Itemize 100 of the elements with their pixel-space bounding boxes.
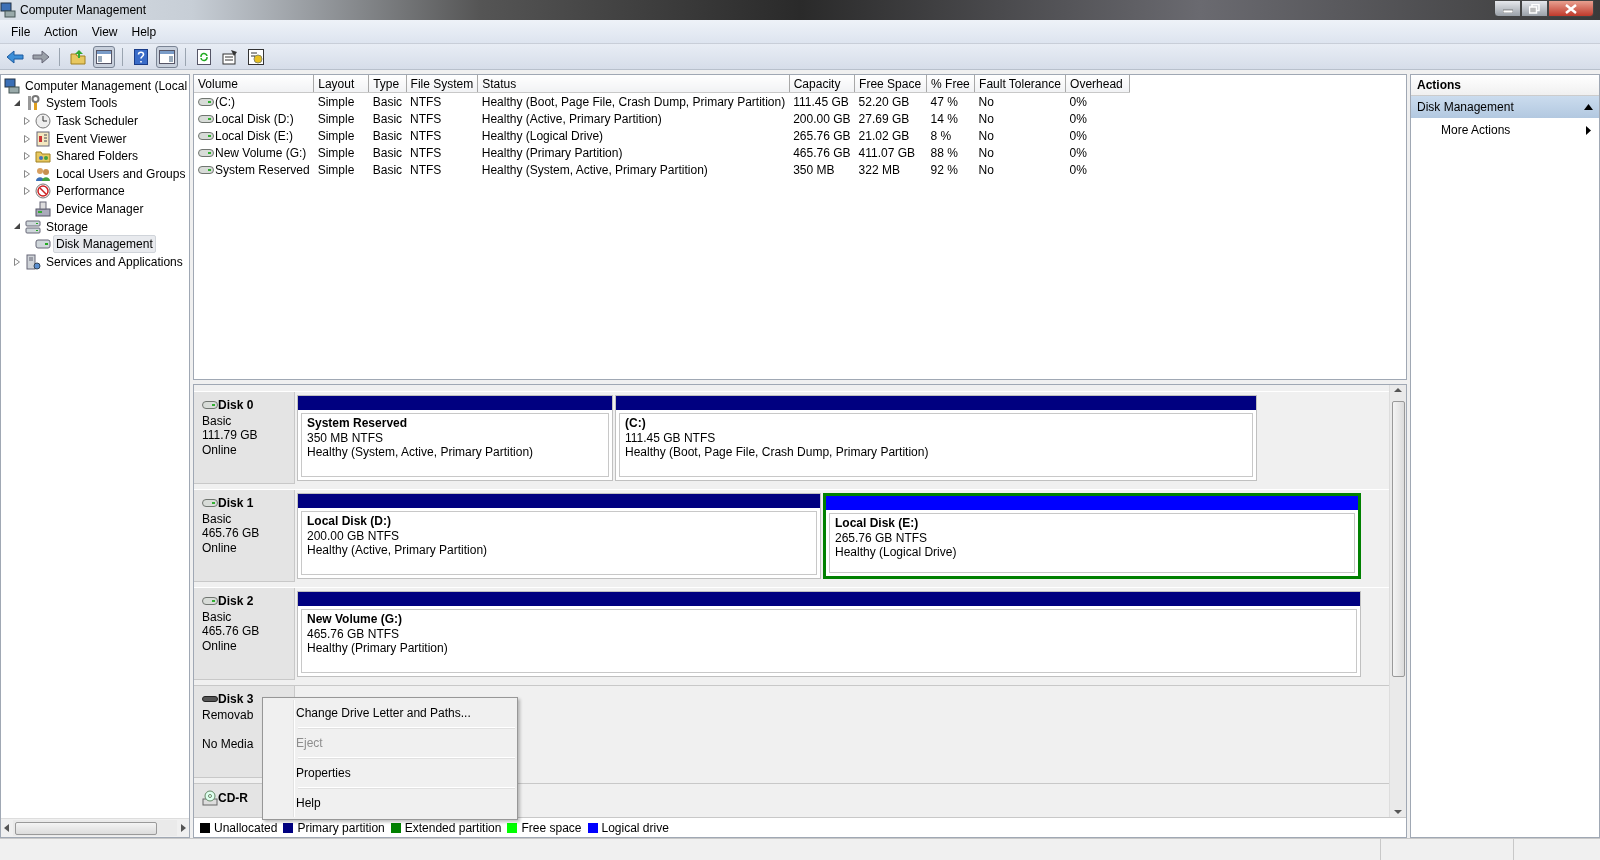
column-header[interactable]: Capacity (789, 75, 855, 93)
partition-block[interactable]: System Reserved 350 MB NTFS Healthy (System, Active, Primary Partition) (297, 395, 613, 481)
column-header[interactable]: Fault Tolerance (974, 75, 1066, 93)
table-cell-text: 411.07 GB (857, 144, 917, 161)
action-pane-button[interactable] (156, 45, 178, 68)
menu-item[interactable]: Help (265, 790, 515, 817)
partition-status: Healthy (Boot, Page File, Crash Dump, Primary Partition) (625, 445, 930, 460)
table-cell-text: No (977, 110, 995, 127)
window-title: Computer Management (20, 3, 147, 17)
table-cell-text: Healthy (Logical Drive) (480, 127, 605, 144)
disk-drive-icon (202, 498, 218, 509)
restore-button[interactable] (1521, 0, 1548, 17)
partition-block[interactable]: Local Disk (E:) 265.76 GB NTFS Healthy (Logical Drive) (823, 493, 1361, 579)
column-header[interactable]: Status (477, 75, 790, 93)
partition-status: Healthy (Primary Partition) (307, 641, 449, 656)
partition-name: Local Disk (D:) (307, 514, 392, 529)
partition-size: 350 MB NTFS (307, 430, 385, 446)
table-cell-text: No (977, 144, 995, 161)
table-cell-text: 0% (1068, 127, 1088, 144)
scroll-up-icon (1393, 385, 1403, 395)
expanded-arrow-icon[interactable] (13, 223, 21, 231)
menu-item[interactable]: File (4, 22, 38, 41)
tree-item[interactable]: System Tools (43, 94, 121, 113)
restore-icon (1529, 3, 1540, 14)
tree-item[interactable]: Performance (53, 182, 128, 201)
partition-name: (C:) (625, 416, 647, 431)
column-header[interactable]: Overhead (1065, 75, 1130, 93)
drive-icon (198, 164, 214, 175)
menu-item[interactable]: Action (37, 22, 85, 41)
table-cell-text: 465.76 GB (792, 144, 852, 161)
tools-icon (25, 95, 41, 112)
tree-item[interactable]: Event Viewer (53, 129, 130, 148)
column-header[interactable]: File System (406, 75, 478, 93)
tree-item[interactable]: Device Manager (53, 199, 147, 218)
table-cell: 47 % (926, 92, 975, 110)
partition-block[interactable]: Local Disk (D:) 200.00 GB NTFS Healthy (Active, Primary Partition) (297, 493, 821, 579)
partition-name: New Volume (G:) (307, 612, 404, 627)
column-header[interactable]: Layout (313, 75, 369, 93)
table-cell-text: 350 MB (792, 161, 836, 178)
action-section-header[interactable]: Disk Management (1411, 96, 1599, 118)
table-cell-text: 265.76 GB (792, 127, 852, 144)
tree-item[interactable]: Shared Folders (53, 147, 142, 166)
table-cell-text: Healthy (System, Active, Primary Partition) (480, 161, 709, 178)
drive-icon (198, 147, 214, 158)
collapsed-arrow-icon[interactable] (24, 152, 30, 161)
table-cell: Local Disk (E:) (215, 128, 294, 143)
expanded-arrow-icon[interactable] (13, 99, 21, 107)
disk-detail: Online (202, 540, 238, 556)
disk-name: Disk 3 (218, 692, 254, 707)
close-icon (1565, 3, 1577, 14)
disk-name: Disk 1 (218, 496, 254, 511)
collapsed-arrow-icon[interactable] (24, 117, 30, 125)
minimize-button[interactable] (1494, 0, 1521, 17)
table-cell-text: 27.69 GB (857, 110, 911, 127)
menu-item[interactable]: View (84, 22, 125, 41)
legend-label: Extended partition (404, 820, 502, 835)
scrollbar-thumb[interactable] (15, 822, 157, 835)
action-item[interactable]: More Actions (1411, 118, 1599, 142)
collapsed-arrow-icon[interactable] (24, 169, 30, 178)
users-icon (35, 165, 51, 182)
event-log-icon (35, 130, 51, 147)
tree-item[interactable]: Storage (43, 217, 92, 236)
drive-icon (198, 113, 214, 124)
table-cell-text: No (977, 161, 995, 178)
partition-block[interactable]: New Volume (G:) 465.76 GB NTFS Healthy (Primary Partition) (297, 591, 1361, 677)
menu-item[interactable]: Change Drive Letter and Paths... (265, 700, 515, 727)
collapsed-arrow-icon[interactable] (24, 187, 30, 196)
disk-detail: Basic (202, 511, 233, 527)
table-cell: Healthy (Boot, Page File, Crash Dump, Primary Partition) (477, 92, 790, 110)
collapsed-arrow-icon[interactable] (24, 134, 30, 143)
tree-item[interactable]: Services and Applications (43, 252, 186, 271)
tree-item[interactable]: Task Scheduler (53, 112, 142, 130)
menu-item[interactable]: Help (124, 22, 164, 41)
collapsed-arrow-icon[interactable] (14, 257, 20, 266)
close-button[interactable] (1548, 0, 1594, 17)
legend-label: Logical drive (601, 820, 669, 835)
column-header[interactable]: Free Space (854, 75, 927, 93)
table-cell-text: Healthy (Primary Partition) (480, 144, 624, 161)
tree-item[interactable]: Disk Management (53, 235, 156, 254)
vertical-scrollbar[interactable] (1389, 385, 1406, 817)
disk-detail: Online (202, 442, 238, 458)
disk-detail: Removab (202, 707, 255, 723)
scrollbar-thumb[interactable] (1392, 401, 1405, 677)
partition-size: 111.45 GB NTFS (625, 430, 717, 446)
table-cell-text: Simple (316, 110, 356, 127)
table-cell-text: Basic (371, 161, 404, 178)
partition-size: 265.76 GB NTFS (835, 530, 929, 546)
column-header[interactable]: Type (368, 75, 407, 93)
horizontal-scrollbar[interactable] (1, 818, 189, 837)
partition-block[interactable]: (C:) 111.45 GB NTFS Healthy (Boot, Page File, Crash Dump, Primary Partition) (615, 395, 1257, 481)
column-header[interactable]: Volume (194, 75, 314, 93)
table-cell-text: 0% (1068, 110, 1088, 127)
partition-status: Healthy (System, Active, Primary Partition) (307, 445, 535, 460)
computer-icon (4, 77, 20, 94)
console-tree-button[interactable] (93, 45, 115, 68)
table-cell: (C:) (215, 94, 235, 109)
tree-item[interactable]: Computer Management (Local (22, 76, 189, 95)
tree-item[interactable]: Local Users and Groups (53, 164, 189, 183)
column-header[interactable]: % Free (926, 75, 975, 93)
menu-item[interactable]: Properties (265, 760, 515, 787)
